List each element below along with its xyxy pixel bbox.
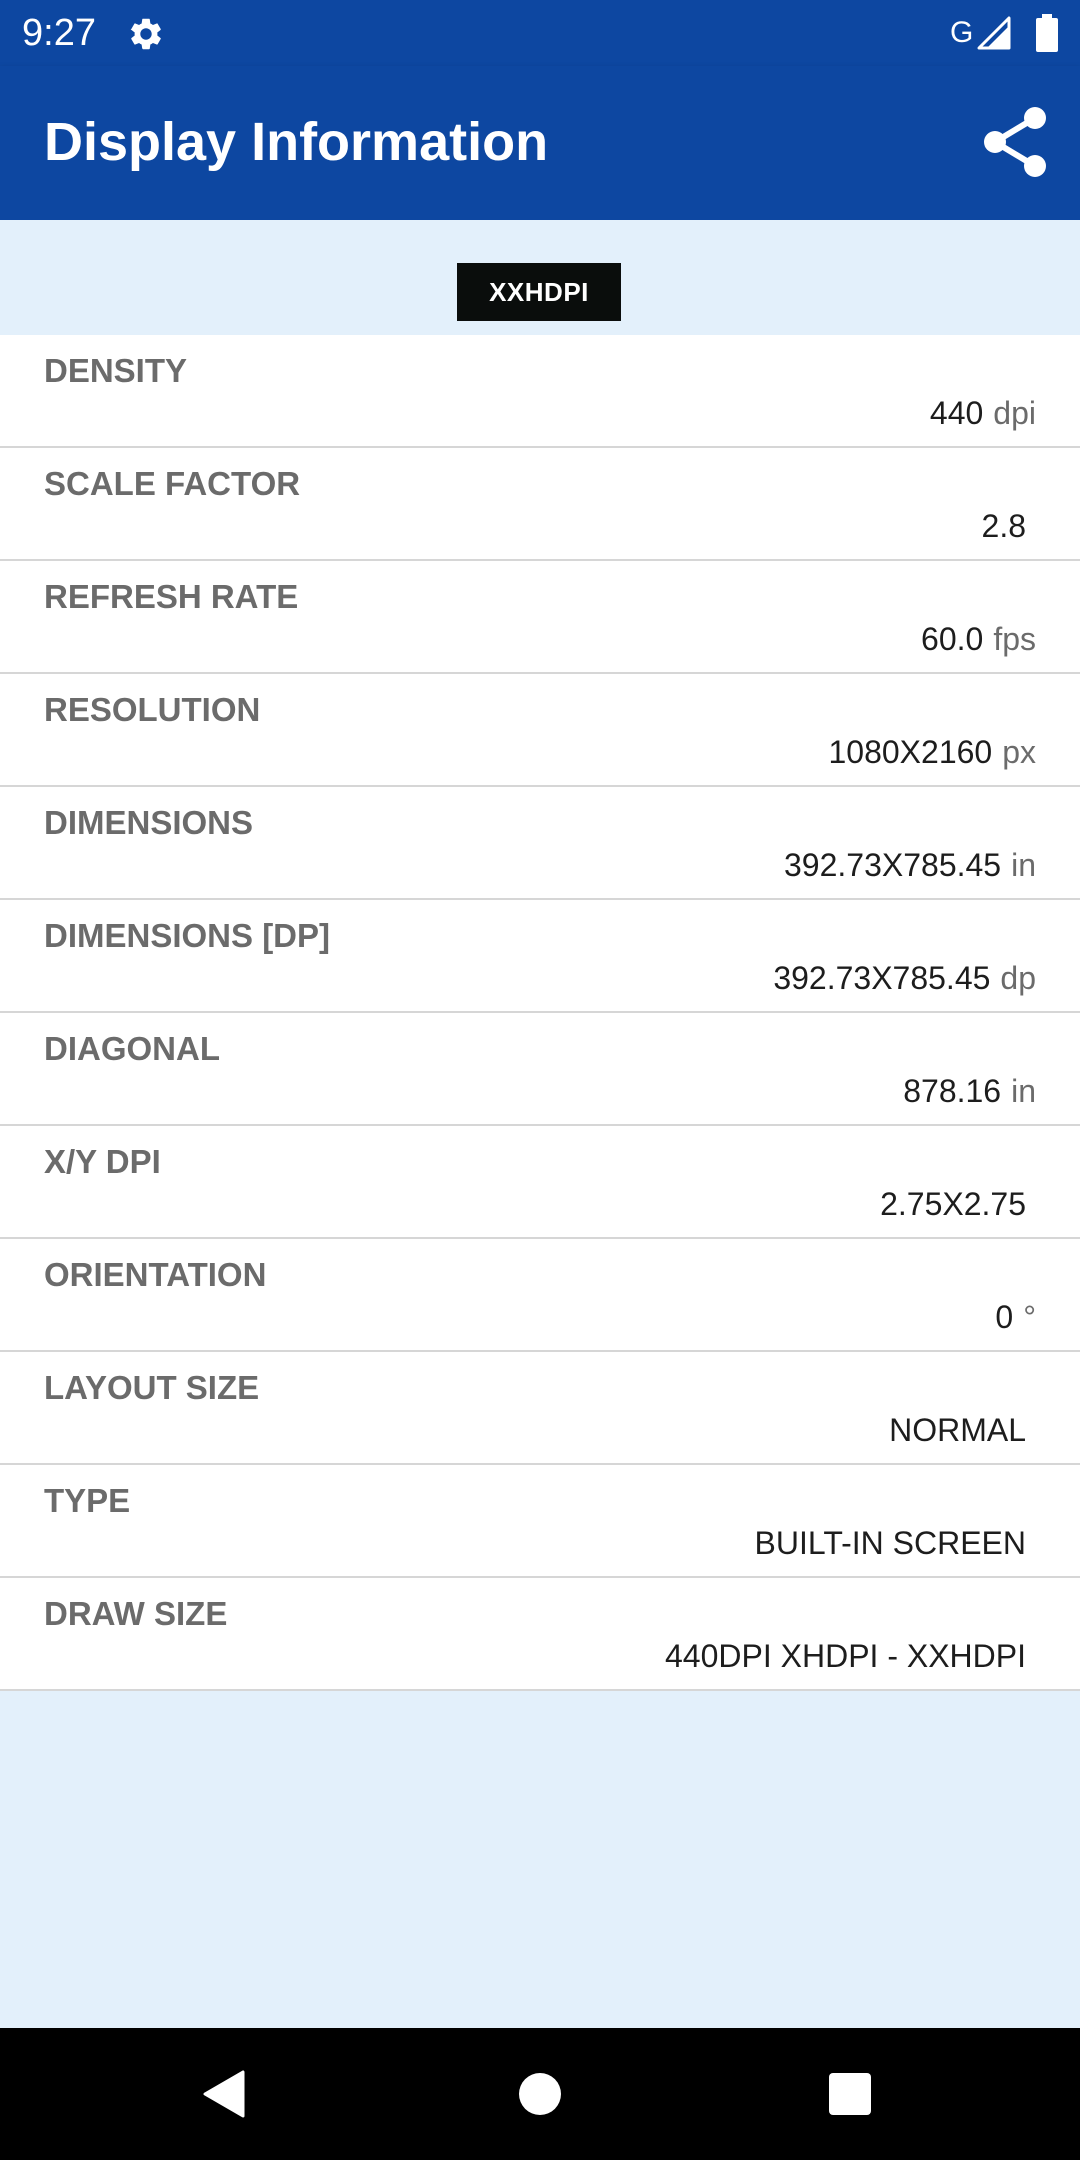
info-value: NORMAL xyxy=(889,1412,1026,1448)
info-value: 392.73X785.45 xyxy=(773,960,991,996)
status-time: 9:27 xyxy=(22,12,96,54)
info-value-group: 2.8 xyxy=(982,506,1036,546)
info-unit: in xyxy=(1011,847,1036,883)
info-label: TYPE xyxy=(44,1482,131,1519)
info-unit: fps xyxy=(993,621,1036,657)
info-row: DIMENSIONS 392.73X785.45 in xyxy=(0,787,1080,900)
status-bar: 9:27 G xyxy=(0,0,1080,66)
info-label: DRAW SIZE xyxy=(44,1595,228,1632)
info-row: RESOLUTION 1080X2160 px xyxy=(0,674,1080,787)
back-button[interactable] xyxy=(203,2070,247,2118)
info-value-group: NORMAL xyxy=(889,1410,1036,1450)
info-value: 440 xyxy=(929,395,984,431)
info-label: DENSITY xyxy=(44,352,188,389)
info-value-group: 60.0 fps xyxy=(921,619,1036,659)
info-row: DIMENSIONS [DP] 392.73X785.45 dp xyxy=(0,900,1080,1013)
info-value: 0 xyxy=(995,1299,1014,1335)
info-value: 878.16 xyxy=(903,1073,1002,1109)
info-label: X/Y DPI xyxy=(44,1143,161,1180)
info-label: DIMENSIONS [DP] xyxy=(44,917,331,954)
info-row: SCALE FACTOR 2.8 xyxy=(0,448,1080,561)
info-label: SCALE FACTOR xyxy=(44,465,301,502)
info-row: DENSITY 440 dpi xyxy=(0,335,1080,448)
info-row: REFRESH RATE 60.0 fps xyxy=(0,561,1080,674)
page-title: Display Information xyxy=(44,112,549,172)
info-value: 440DPI XHDPI - XXHDPI xyxy=(665,1638,1026,1674)
info-value-group: 1080X2160 px xyxy=(828,732,1036,772)
app-bar: Display Information xyxy=(0,66,1080,220)
info-unit: ° xyxy=(1023,1299,1036,1335)
info-label: REFRESH RATE xyxy=(44,578,299,615)
info-label: LAYOUT SIZE xyxy=(44,1369,260,1406)
info-value-group: 440 dpi xyxy=(930,393,1036,433)
info-row: DRAW SIZE 440DPI XHDPI - XXHDPI xyxy=(0,1578,1080,1691)
info-row: X/Y DPI 2.75X2.75 xyxy=(0,1126,1080,1239)
info-value-group: 392.73X785.45 in xyxy=(784,845,1036,885)
info-list: DENSITY 440 dpi SCALE FACTOR 2.8 REFRESH RATE… xyxy=(0,335,1080,1691)
info-label: RESOLUTION xyxy=(44,691,261,728)
info-unit: dpi xyxy=(993,395,1036,431)
info-value-group: 392.73X785.45 dp xyxy=(773,958,1036,998)
info-row: DIAGONAL 878.16 in xyxy=(0,1013,1080,1126)
battery-icon xyxy=(1036,14,1058,52)
info-value: 1080X2160 xyxy=(828,734,993,770)
info-label: ORIENTATION xyxy=(44,1256,267,1293)
info-value-group: 878.16 in xyxy=(903,1071,1036,1111)
back-icon xyxy=(203,2070,245,2118)
gear-icon xyxy=(127,15,165,53)
network-type-label: G xyxy=(950,16,974,49)
recents-button[interactable] xyxy=(829,2073,871,2115)
badge-area: XXHDPI xyxy=(0,220,1080,335)
share-icon xyxy=(984,107,1046,177)
info-value: 2.8 xyxy=(981,508,1026,544)
info-value: 392.73X785.45 xyxy=(784,847,1002,883)
info-row: ORIENTATION 0 ° xyxy=(0,1239,1080,1352)
info-value: BUILT-IN SCREEN xyxy=(754,1525,1026,1561)
info-unit: dp xyxy=(1000,960,1036,996)
info-label: DIMENSIONS xyxy=(44,804,254,841)
info-value-group: BUILT-IN SCREEN xyxy=(755,1523,1036,1563)
info-value-group: 2.75X2.75 xyxy=(880,1184,1036,1224)
info-value-group: 0 ° xyxy=(995,1297,1036,1337)
info-row: TYPE BUILT-IN SCREEN xyxy=(0,1465,1080,1578)
info-value-group: 440DPI XHDPI - XXHDPI xyxy=(665,1636,1036,1676)
signal-icon xyxy=(975,16,1011,50)
home-button[interactable] xyxy=(519,2073,561,2115)
info-value: 2.75X2.75 xyxy=(880,1186,1026,1222)
info-unit: px xyxy=(1002,734,1036,770)
info-value: 60.0 xyxy=(921,621,984,657)
navigation-bar xyxy=(0,2028,1080,2160)
info-label: DIAGONAL xyxy=(44,1030,220,1067)
info-unit: in xyxy=(1011,1073,1036,1109)
share-button[interactable] xyxy=(975,102,1055,182)
density-badge: XXHDPI xyxy=(457,263,621,321)
info-row: LAYOUT SIZE NORMAL xyxy=(0,1352,1080,1465)
